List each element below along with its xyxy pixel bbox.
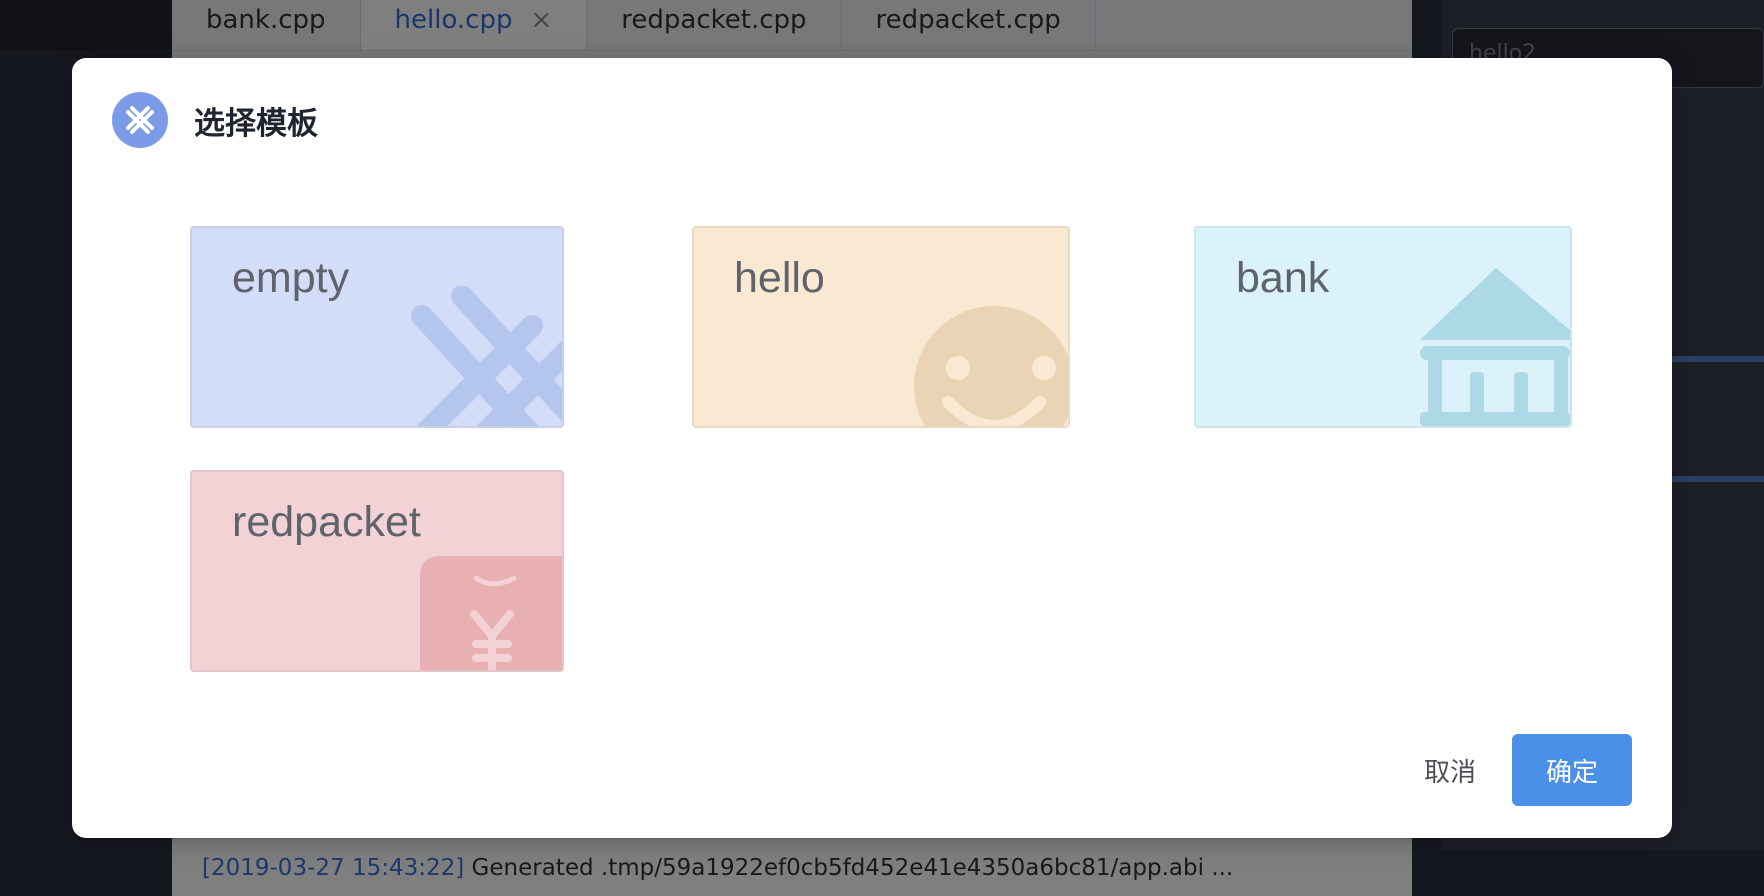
dialog-title: 选择模板	[194, 105, 318, 142]
template-label: bank	[1236, 254, 1330, 302]
template-label: redpacket	[232, 498, 421, 546]
template-card-redpacket[interactable]: redpacket	[190, 470, 564, 672]
bank-building-icon	[1420, 268, 1570, 426]
template-card-empty[interactable]: empty	[190, 226, 564, 428]
dialog-header: 选择模板	[112, 92, 318, 148]
smiley-icon	[914, 306, 1068, 426]
cancel-button[interactable]: 取消	[1400, 734, 1500, 806]
template-card-hello[interactable]: hello	[692, 226, 1070, 428]
red-envelope-yen-icon	[420, 556, 562, 670]
template-label: empty	[232, 254, 350, 302]
confirm-button[interactable]: 确定	[1512, 734, 1632, 806]
template-dialog: 选择模板 empty hello bank redpacket 取消 确定	[72, 58, 1672, 838]
template-card-bank[interactable]: bank	[1194, 226, 1572, 428]
eos-cross-icon	[112, 92, 168, 148]
template-label: hello	[734, 254, 825, 302]
cross-watermark-icon	[411, 286, 562, 426]
